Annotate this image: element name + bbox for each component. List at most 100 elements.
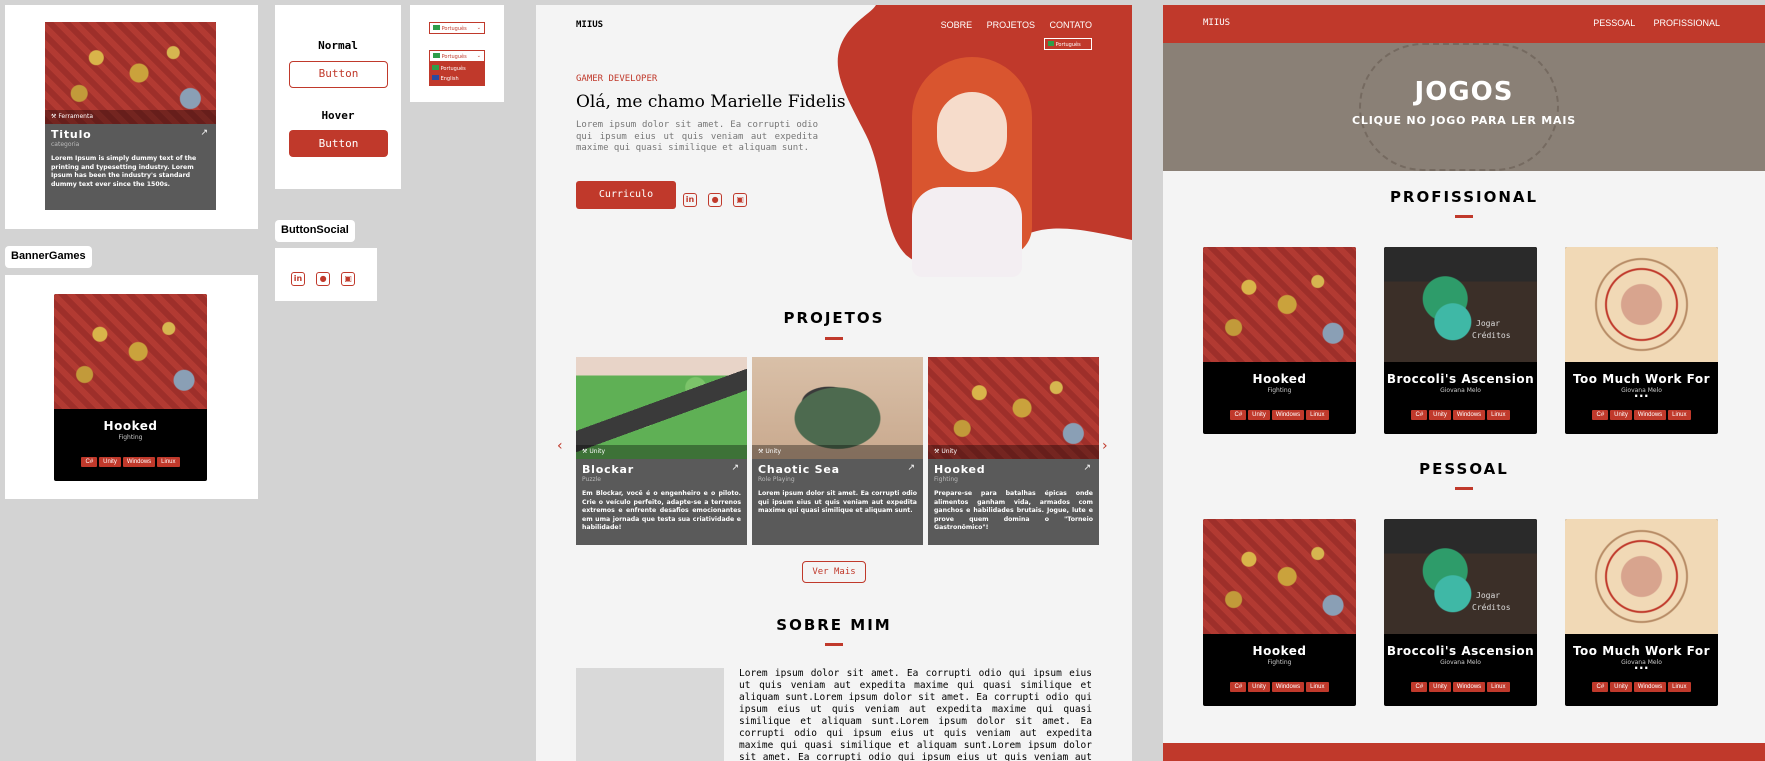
art-menu-play: Jogar — [1476, 319, 1501, 328]
game-card[interactable]: Hooked Fighting C# Unity Windows Linux — [1203, 519, 1356, 706]
portfolio-page: MIIUS SOBRE PROJETOS CONTATO Português G… — [536, 5, 1132, 761]
lang-option-en[interactable]: English — [432, 74, 482, 84]
game-title: Broccoli's Ascension — [1386, 372, 1535, 386]
game-card[interactable]: Too Much Work For ... Giovana Melo C# Uni… — [1565, 247, 1718, 434]
about-photo — [576, 668, 724, 761]
tag: Windows — [1271, 682, 1305, 692]
lang-selected: Português — [441, 26, 467, 32]
component-buttons-frame: Normal Button Hover Button — [275, 5, 401, 189]
tool-icon: ⚒ — [758, 448, 764, 455]
tool-icon: ⚒ — [934, 448, 940, 455]
game-tags: C# Unity Windows Linux — [1203, 673, 1356, 692]
component-card-frame: ⚒ Ferramenta Titulo ↗ categoria Lorem Ip… — [5, 5, 258, 229]
see-more-button[interactable]: Ver Mais — [802, 561, 866, 583]
project-tool: Unity — [765, 448, 782, 455]
project-tool-bar: ⚒ Unity — [928, 445, 1099, 459]
project-tool-bar: ⚒ Unity — [752, 445, 923, 459]
tag: Linux — [1487, 682, 1510, 692]
project-image — [576, 357, 747, 459]
game-tags: C# Unity Windows Linux — [1384, 401, 1537, 420]
tag: Linux — [157, 457, 180, 467]
nav-link-profissional[interactable]: PROFISSIONAL — [1653, 18, 1720, 28]
project-category: Puzzle — [582, 476, 601, 483]
game-image — [1203, 519, 1356, 634]
external-link-icon[interactable]: ↗ — [1083, 463, 1091, 473]
card-desc: Lorem Ipsum is simply dummy text of the … — [51, 155, 197, 188]
external-link-icon[interactable]: ↗ — [907, 463, 915, 473]
art-menu-credits: Créditos — [1472, 603, 1511, 612]
nav-link-contato[interactable]: CONTATO — [1050, 20, 1093, 30]
external-link-icon[interactable]: ↗ — [731, 463, 739, 473]
game-card[interactable]: Jogar Créditos Broccoli's Ascension Giov… — [1384, 519, 1537, 706]
game-subtitle: Giovana Melo — [1621, 387, 1662, 394]
nav-logo[interactable]: MIIUS — [576, 20, 603, 30]
tag: Windows — [1452, 410, 1486, 420]
project-card[interactable]: ⚒ Unity Hooked ↗ Fighting Prepare-se par… — [928, 357, 1099, 545]
tag: Windows — [1633, 410, 1667, 420]
nav-link-pessoal[interactable]: PESSOAL — [1593, 18, 1635, 28]
project-category: Fighting — [934, 476, 958, 483]
project-tool: Unity — [941, 448, 958, 455]
tag: C# — [1411, 682, 1428, 692]
github-icon[interactable]: ● — [708, 193, 723, 207]
games-logo[interactable]: MIIUS — [1203, 18, 1230, 28]
hero-social: in ● ▣ — [683, 187, 748, 207]
tag: Windows — [122, 457, 156, 467]
lang-select-closed[interactable]: Português ⌄ — [429, 22, 485, 34]
card-tool-bar: ⚒ Ferramenta — [45, 110, 216, 124]
tag: C# — [1592, 682, 1609, 692]
lang-selected: Português — [441, 54, 467, 60]
professional-title: PROFISSIONAL — [1389, 188, 1539, 206]
itchio-icon[interactable]: ▣ — [733, 193, 748, 207]
hover-label: Hover — [321, 109, 355, 122]
banner-seal-icon — [1359, 43, 1559, 171]
banner-game-tags: C# Unity Windows Linux — [54, 448, 207, 467]
linkedin-icon[interactable]: in — [291, 272, 305, 286]
tag: Unity — [1429, 682, 1451, 692]
tag: Linux — [1668, 682, 1691, 692]
tag: C# — [1230, 410, 1247, 420]
character-body — [912, 187, 1022, 277]
games-navbar: MIIUS PESSOAL PROFISSIONAL — [1163, 5, 1765, 43]
github-icon[interactable]: ● — [316, 272, 331, 286]
game-card[interactable]: Hooked Fighting C# Unity Windows Linux — [1203, 247, 1356, 434]
carousel-prev-icon[interactable]: ‹ — [557, 438, 563, 454]
project-tool-bar: ⚒ Unity — [576, 445, 747, 459]
project-card[interactable]: ⚒ Unity Blockar ↗ Puzzle Em Blockar, voc… — [576, 357, 747, 545]
flag-br-icon — [433, 53, 440, 58]
button-normal[interactable]: Button — [289, 61, 388, 88]
game-card[interactable]: Jogar Créditos Broccoli's Ascension Giov… — [1384, 247, 1537, 434]
banner-title: JOGOS — [1414, 77, 1514, 107]
external-link-icon[interactable]: ↗ — [200, 128, 208, 138]
lang-option-pt[interactable]: Português — [432, 64, 482, 74]
tag: C# — [1411, 410, 1428, 420]
button-hover[interactable]: Button — [289, 130, 388, 157]
nav-link-projetos[interactable]: PROJETOS — [987, 20, 1035, 30]
game-card[interactable]: Too Much Work For ... Giovana Melo C# Uni… — [1565, 519, 1718, 706]
component-social-frame: in ● ▣ — [275, 248, 377, 301]
banner-game-card[interactable]: Hooked Fighting C# Unity Windows Linux — [54, 294, 207, 481]
project-card[interactable]: ⚒ Unity Chaotic Sea ↗ Role Playing Lorem… — [752, 357, 923, 545]
lang-select[interactable]: Português — [1044, 38, 1092, 50]
linkedin-icon[interactable]: in — [683, 193, 697, 207]
tag: Linux — [1306, 410, 1329, 420]
projects-underline — [825, 337, 843, 340]
character-face — [937, 92, 1007, 172]
cv-button[interactable]: Curriculo — [576, 181, 676, 209]
nav-link-sobre[interactable]: SOBRE — [941, 20, 973, 30]
personal-underline — [1455, 487, 1473, 490]
tag: Linux — [1306, 682, 1329, 692]
component-card[interactable]: ⚒ Ferramenta Titulo ↗ categoria Lorem Ip… — [45, 22, 216, 210]
game-title: Too Much Work For ... — [1572, 372, 1711, 400]
itchio-icon[interactable]: ▣ — [341, 272, 356, 286]
lang-select-open[interactable]: Português ⌄ — [429, 50, 485, 62]
flag-br-icon — [432, 65, 439, 70]
game-image — [1565, 519, 1718, 634]
projects-title: PROJETOS — [783, 309, 885, 327]
game-subtitle: Fighting — [1267, 659, 1292, 666]
button-social-label: ButtonSocial — [275, 220, 355, 242]
game-subtitle: Giovana Melo — [1440, 387, 1481, 394]
game-subtitle: Giovana Melo — [1440, 659, 1481, 666]
component-lang-frame: Português ⌄ Português ⌄ Português Englis… — [410, 5, 504, 102]
carousel-next-icon[interactable]: › — [1102, 438, 1108, 454]
